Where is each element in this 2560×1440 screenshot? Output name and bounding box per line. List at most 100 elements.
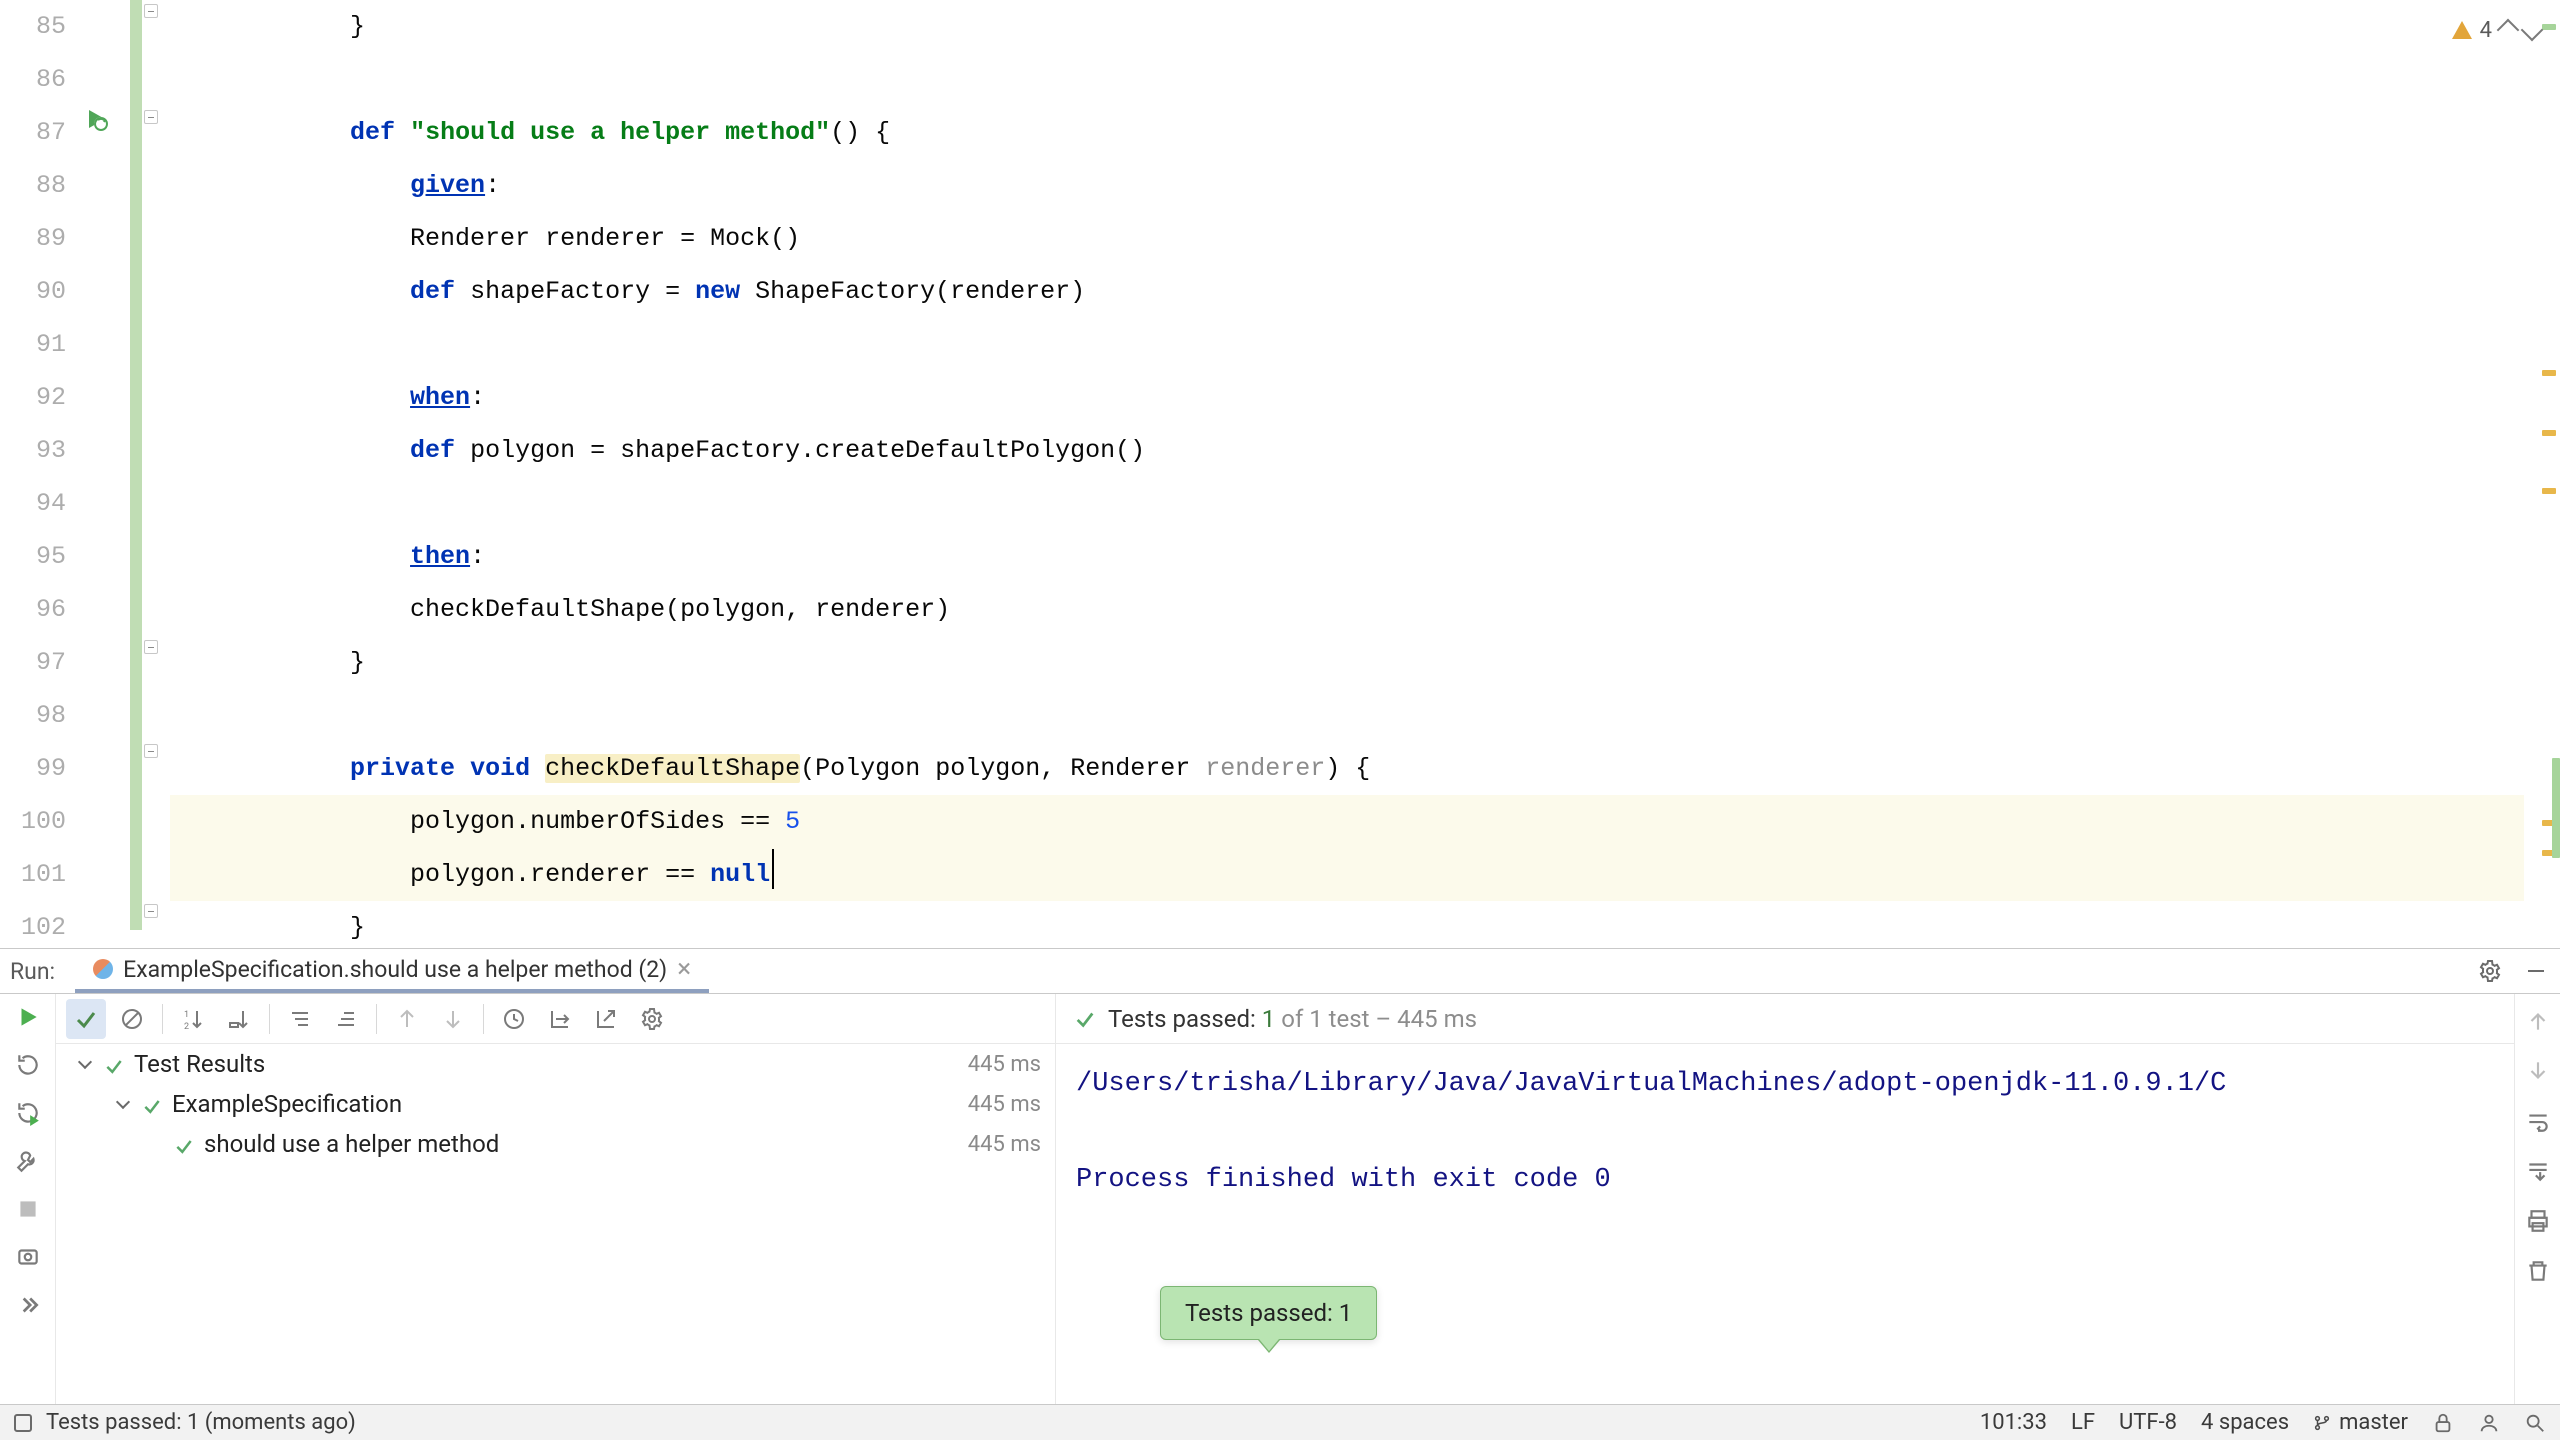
chevron-down-icon[interactable]: [76, 1055, 94, 1073]
import-tests-button[interactable]: [540, 999, 580, 1039]
scroll-to-end-icon[interactable]: [2525, 1158, 2551, 1184]
read-only-toggle[interactable]: [2432, 1412, 2454, 1434]
branch-icon: [2313, 1414, 2331, 1432]
run-test-gutter-icon[interactable]: [84, 107, 108, 131]
caret-position[interactable]: 101:33: [1980, 1410, 2047, 1435]
marker[interactable]: [2542, 24, 2556, 30]
clear-all-icon[interactable]: [2525, 1258, 2551, 1284]
fold-toggle-icon[interactable]: [144, 904, 158, 918]
svg-text:1: 1: [184, 1010, 189, 1020]
run-tool-window: Run: ExampleSpecification.should use a h…: [0, 948, 2560, 1404]
warning-marker[interactable]: [2542, 430, 2556, 436]
collapse-all-button[interactable]: [326, 999, 366, 1039]
line-numbers: 858687888990919293949596979899100101102: [0, 0, 72, 948]
test-history-button[interactable]: [494, 999, 534, 1039]
next-failed-button[interactable]: [433, 999, 473, 1039]
expand-all-button[interactable]: [280, 999, 320, 1039]
minimize-icon[interactable]: [2524, 959, 2548, 983]
code-line[interactable]: }: [170, 636, 2524, 689]
export-tests-button[interactable]: [586, 999, 626, 1039]
warning-marker[interactable]: [2542, 370, 2556, 376]
code-line[interactable]: private void checkDefaultShape(Polygon p…: [170, 742, 2524, 795]
sort-duration-button[interactable]: [219, 999, 259, 1039]
print-icon[interactable]: [2525, 1208, 2551, 1234]
tree-test[interactable]: should use a helper method 445 ms: [56, 1124, 1055, 1164]
code-line[interactable]: then:: [170, 530, 2524, 583]
error-stripe[interactable]: [2536, 0, 2560, 948]
rerun-failed-icon[interactable]: [15, 1052, 41, 1078]
line-number: 87: [0, 106, 72, 159]
toggle-auto-test-icon[interactable]: [15, 1100, 41, 1126]
show-passed-button[interactable]: [66, 999, 106, 1039]
separator: [483, 1004, 484, 1034]
code-line[interactable]: when:: [170, 371, 2524, 424]
dump-threads-icon[interactable]: [15, 1244, 41, 1270]
code-line[interactable]: given:: [170, 159, 2524, 212]
fold-toggle-icon[interactable]: [144, 4, 158, 18]
test-toolbar: 12: [56, 994, 1055, 1044]
line-number: 91: [0, 318, 72, 371]
summary-pass-count: 1: [1262, 1005, 1276, 1033]
code-line[interactable]: }: [170, 901, 2524, 954]
close-icon[interactable]: ×: [677, 956, 691, 982]
code-line[interactable]: polygon.renderer == null: [170, 848, 2524, 901]
code-line[interactable]: checkDefaultShape(polygon, renderer): [170, 583, 2524, 636]
summary-suffix: of 1 test – 445 ms: [1275, 1005, 1477, 1033]
chevron-down-icon[interactable]: [2521, 19, 2544, 42]
marker[interactable]: [2552, 758, 2560, 858]
fold-toggle-icon[interactable]: [144, 744, 158, 758]
code-editor[interactable]: 858687888990919293949596979899100101102 …: [0, 0, 2560, 948]
tree-root[interactable]: Test Results 445 ms: [56, 1044, 1055, 1084]
soft-wrap-icon[interactable]: [2525, 1108, 2551, 1134]
code-line[interactable]: }: [170, 0, 2524, 53]
gear-icon[interactable]: [2478, 959, 2502, 983]
warning-count: 4: [2480, 18, 2492, 43]
more-icon[interactable]: [15, 1292, 41, 1318]
line-number: 102: [0, 901, 72, 954]
code-line[interactable]: [170, 477, 2524, 530]
test-tree[interactable]: Test Results 445 ms ExampleSpecification…: [56, 1044, 1055, 1404]
stop-icon[interactable]: [15, 1196, 41, 1222]
file-encoding[interactable]: UTF-8: [2119, 1410, 2177, 1435]
inspection-profile[interactable]: [2524, 1412, 2546, 1434]
wrench-icon[interactable]: [15, 1148, 41, 1174]
code-line[interactable]: [170, 689, 2524, 742]
code-line[interactable]: polygon.numberOfSides == 5: [170, 795, 2524, 848]
warning-marker[interactable]: [2542, 488, 2556, 494]
code-with-me[interactable]: [2478, 1412, 2500, 1434]
console-right-toolbar: [2514, 994, 2560, 1404]
code-line[interactable]: [170, 53, 2524, 106]
fold-toggle-icon[interactable]: [144, 640, 158, 654]
tree-spec[interactable]: ExampleSpecification 445 ms: [56, 1084, 1055, 1124]
line-number: 95: [0, 530, 72, 583]
code-line[interactable]: Renderer renderer = Mock(): [170, 212, 2524, 265]
separator: [162, 1004, 163, 1034]
git-branch[interactable]: master: [2313, 1410, 2408, 1435]
inspection-summary[interactable]: 4: [2452, 14, 2540, 46]
fold-toggle-icon[interactable]: [144, 110, 158, 124]
line-number: 100: [0, 795, 72, 848]
code-line[interactable]: def shapeFactory = new ShapeFactory(rend…: [170, 265, 2524, 318]
rerun-icon[interactable]: [15, 1004, 41, 1030]
chevron-down-icon[interactable]: [114, 1095, 132, 1113]
indent-settings[interactable]: 4 spaces: [2201, 1410, 2289, 1435]
tree-root-label: Test Results: [134, 1050, 265, 1078]
tests-passed-tooltip: Tests passed: 1: [1160, 1286, 1377, 1340]
line-number: 89: [0, 212, 72, 265]
tree-root-duration: 445 ms: [968, 1052, 1041, 1077]
scroll-down-icon[interactable]: [2525, 1058, 2551, 1084]
line-number: 85: [0, 0, 72, 53]
scroll-up-icon[interactable]: [2525, 1008, 2551, 1034]
line-separator[interactable]: LF: [2071, 1410, 2095, 1435]
code-line[interactable]: def polygon = shapeFactory.createDefault…: [170, 424, 2524, 477]
code-line[interactable]: def "should use a helper method"() {: [170, 106, 2524, 159]
code-area[interactable]: } def "should use a helper method"() { g…: [170, 0, 2524, 948]
chevron-up-icon[interactable]: [2497, 19, 2520, 42]
tool-windows-toggle-icon[interactable]: [14, 1414, 32, 1432]
run-config-tab[interactable]: ExampleSpecification.should use a helper…: [75, 949, 709, 993]
prev-failed-button[interactable]: [387, 999, 427, 1039]
sort-alpha-button[interactable]: 12: [173, 999, 213, 1039]
code-line[interactable]: [170, 318, 2524, 371]
show-ignored-button[interactable]: [112, 999, 152, 1039]
test-settings-gear-icon[interactable]: [632, 999, 672, 1039]
